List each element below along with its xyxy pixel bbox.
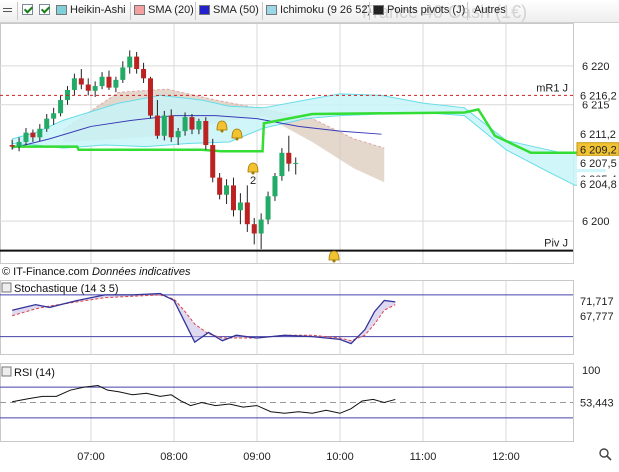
candle-body — [258, 219, 264, 234]
credit-text: © IT-Finance.com Données indicatives — [2, 266, 191, 278]
rsi-value: 53,443 — [580, 398, 614, 410]
candle-body — [175, 131, 181, 138]
stoch-settings-icon[interactable] — [1, 282, 12, 293]
candle-body — [23, 132, 29, 142]
candle-body — [168, 115, 174, 138]
time-tick-label: 08:00 — [160, 451, 188, 463]
candle-body — [141, 69, 147, 79]
rsi-title: RSI (14) — [14, 367, 55, 379]
candle-body — [127, 56, 133, 68]
price-axis-labels: 6 2206 2156 2006 216,26 211,26 209,26 20… — [576, 61, 619, 228]
candle-body — [189, 117, 195, 130]
bell-body — [247, 162, 259, 173]
value-label: 6 204,8 — [580, 179, 617, 191]
candle-body — [71, 78, 77, 90]
rsi-tick-label: 100 — [582, 365, 600, 377]
candle-body — [210, 145, 216, 178]
time-tick-label: 12:00 — [492, 451, 520, 463]
value-label: 6 207,5 — [580, 158, 617, 170]
candle-body — [113, 79, 119, 88]
bell-clapper — [235, 137, 239, 141]
time-tick-label: 11:00 — [410, 451, 437, 463]
candle-body — [265, 196, 271, 220]
candle-body — [92, 86, 98, 91]
rsi-line — [12, 385, 396, 414]
time-tick-label: 07:00 — [77, 451, 105, 463]
candle-body — [120, 67, 126, 80]
candle-body — [44, 118, 50, 129]
pivot-label: Piv J — [544, 238, 568, 250]
candle-body — [99, 76, 105, 87]
candle-body — [182, 117, 188, 132]
candle-body — [272, 176, 278, 197]
stoch-k-line — [12, 292, 396, 345]
pivot-label: mR1 J — [536, 82, 568, 94]
candle-body — [16, 141, 22, 147]
value-label: 6 209,2 — [580, 145, 617, 157]
candle-body — [203, 120, 209, 146]
stoch-title: Stochastique (14 3 5) — [14, 283, 119, 295]
ichimoku-cloud — [12, 88, 606, 186]
rsi-panel: 100 53,443 — [0, 365, 614, 419]
candle-body — [154, 115, 160, 136]
candle-body — [9, 145, 15, 147]
bell-clapper — [220, 129, 224, 133]
candle-body — [51, 113, 57, 119]
candle-body — [58, 100, 64, 114]
time-axis: 07:00 08:00 09:00 10:00 11:00 12:00 — [77, 451, 520, 463]
price-chart[interactable]: mR1 JPiv J 2 6 2206 2156 2006 216,26 211… — [0, 0, 619, 472]
candle-body — [134, 56, 140, 70]
bell-body — [328, 250, 340, 261]
stoch-k-value: 71,717 — [580, 296, 614, 308]
candle-body — [279, 152, 285, 177]
candle-body — [85, 84, 91, 91]
stochastic-panel: 71,717 67,777 — [0, 292, 614, 345]
rsi-settings-icon[interactable] — [1, 366, 12, 377]
time-tick-label: 09:00 — [243, 451, 271, 463]
alert-count: 2 — [250, 175, 256, 187]
candle-body — [217, 177, 223, 195]
candle-body — [293, 162, 299, 164]
bell-body — [231, 128, 243, 139]
value-label: 6 211,2 — [580, 129, 616, 141]
candle-body — [251, 224, 257, 234]
price-tick-label: 6 200 — [582, 216, 610, 228]
candle-body — [30, 132, 36, 138]
rsi-panel-frame — [0, 363, 574, 442]
candle-body — [78, 78, 84, 85]
candle-body — [230, 185, 236, 211]
price-tick-label: 6 220 — [582, 61, 610, 73]
candle-body — [147, 78, 153, 116]
candle-body — [196, 120, 202, 130]
candle-body — [244, 202, 250, 225]
candle-body — [237, 202, 243, 211]
candle-body — [286, 152, 292, 164]
time-tick-label: 10:00 — [326, 451, 354, 463]
zoom-icon[interactable] — [599, 448, 612, 461]
alert-bell-icon — [328, 250, 340, 263]
value-label: 6 216,2 — [580, 90, 617, 102]
candle-body — [224, 185, 230, 195]
candle-body — [106, 76, 112, 88]
candle-body — [37, 128, 43, 138]
stoch-d-value: 67,777 — [580, 311, 614, 323]
bell-clapper — [332, 259, 336, 263]
bell-body — [216, 120, 228, 131]
candle-body — [161, 115, 167, 136]
